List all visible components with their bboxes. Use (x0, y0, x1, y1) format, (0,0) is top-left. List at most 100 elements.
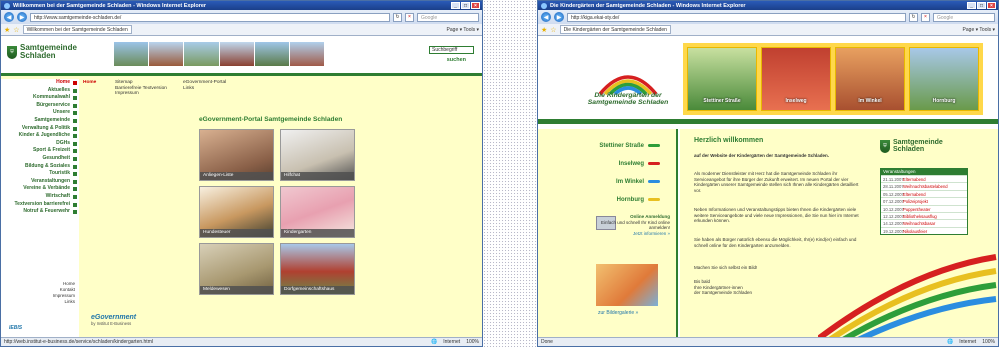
thumb-inselweg[interactable]: Inselweg (761, 47, 831, 111)
search-input[interactable]: Google (933, 12, 995, 22)
zoom-level[interactable]: 100% (982, 339, 995, 345)
sidebar-item[interactable]: Home (1, 79, 79, 87)
kita-link-stettiner[interactable]: Stettiner Straße (599, 143, 660, 149)
thumb-hornburg[interactable]: Hornburg (909, 47, 979, 111)
command-bar[interactable]: Page ▾ Tools ▾ (963, 27, 995, 33)
forward-icon[interactable]: ▶ (554, 12, 564, 22)
kita-link-hornburg[interactable]: Hornburg (617, 197, 660, 203)
tile-hilfchat[interactable]: Hilfchat (280, 129, 355, 181)
crumb-home[interactable]: Home (83, 80, 96, 85)
tab-bar: ★ ☆ Die Kindergärten der Samtgemeinde Sc… (538, 24, 998, 36)
site-logo[interactable]: ⛨ Samtgemeinde Schladen (7, 44, 77, 60)
site-search-button[interactable]: suchen (447, 57, 466, 63)
kita-link-inselweg[interactable]: Inselweg (619, 161, 660, 167)
favorites-star-icon[interactable]: ★ (4, 26, 10, 34)
thumb-label: Hornburg (932, 98, 956, 104)
site-logo-text[interactable]: Die Kindergärten der Samtgemeinde Schlad… (568, 92, 688, 106)
crumb-impressum[interactable]: Impressum (115, 91, 167, 97)
sidebar-item[interactable]: Samtgemeinde (1, 117, 79, 125)
address-bar[interactable]: http://kiga.ekai-sty.de/ (567, 12, 906, 22)
globe-icon: 🌐 (947, 339, 954, 345)
gallery-photo[interactable] (596, 264, 658, 306)
forward-icon[interactable]: ▶ (17, 12, 27, 22)
refresh-icon[interactable]: ↻ (393, 12, 402, 22)
event-row[interactable]: 19.12.2007Nikolausfeier (881, 226, 967, 234)
add-favorite-icon[interactable]: ☆ (550, 26, 556, 34)
status-text: Done (541, 339, 553, 345)
back-icon[interactable]: ◀ (4, 12, 14, 22)
address-bar[interactable]: http://www.samtgemeinde-schladen.de/ (30, 12, 390, 22)
favorites-star-icon[interactable]: ★ (541, 26, 547, 34)
tile-meldewesen[interactable]: Meldewesen (199, 243, 274, 295)
logo-line-2: Schladen (893, 146, 925, 153)
event-row[interactable]: 14.12.2007Weihnachtsbasar (881, 219, 967, 226)
sidebar-item[interactable]: Wirtschaft (1, 193, 79, 201)
samtgemeinde-logo[interactable]: ⛨ Samtgemeinde Schladen (880, 139, 943, 153)
event-row[interactable]: 07.12.2007Polizeiprojekt (881, 197, 967, 204)
sidebar-item[interactable]: Kommunalwahl (1, 94, 79, 102)
crest-icon: ⛨ (880, 139, 890, 153)
close-button[interactable]: × (987, 2, 996, 9)
event-row[interactable]: 10.12.2007Puppentheater (881, 204, 967, 212)
event-row[interactable]: 12.12.2007Bibliotheksausflug (881, 211, 967, 219)
tile-caption: Dorfgemeinschaftshaus (281, 286, 354, 294)
event-row[interactable]: 21.11.2007Elternabend (881, 175, 967, 182)
sidebar-item[interactable]: Gesundheit (1, 155, 79, 163)
tile-dorfgemeinschaftshaus[interactable]: Dorfgemeinschaftshaus (280, 243, 355, 295)
stop-icon[interactable]: × (921, 12, 930, 22)
minimize-button[interactable]: _ (451, 2, 460, 9)
footer-link[interactable]: Links (53, 299, 75, 305)
thumb-imwinkel[interactable]: Im Winkel (835, 47, 905, 111)
sidebar-item[interactable]: Touristik (1, 170, 79, 178)
sidebar-item[interactable]: Veranstaltungen (1, 178, 79, 186)
kita-link-imwinkel[interactable]: Im Winkel (616, 179, 660, 185)
stop-icon[interactable]: × (405, 12, 414, 22)
sidebar-item[interactable]: Notruf & Feuerwehr (1, 208, 79, 216)
tile-anliegen[interactable]: Anliegen-Liste (199, 129, 274, 181)
site-search-input[interactable]: Suchbegriff (429, 46, 474, 54)
sidebar-item[interactable]: Sport & Freizeit (1, 147, 79, 155)
window-title: Die Kindergärten der Samtgemeinde Schlad… (550, 2, 746, 9)
sidebar-item[interactable]: Bürgerservice (1, 102, 79, 110)
close-button[interactable]: × (471, 2, 480, 9)
minimize-button[interactable]: _ (967, 2, 976, 9)
header-banner-photos (114, 42, 325, 66)
sidebar-item[interactable]: Aktuelles (1, 87, 79, 95)
maximize-button[interactable]: □ (461, 2, 470, 9)
tab-active[interactable]: Die Kindergärten der Samtgemeinde Schlad… (559, 25, 671, 34)
swoosh-icon (648, 161, 660, 165)
maximize-button[interactable]: □ (977, 2, 986, 9)
thumb-label: Stettiner Straße (703, 98, 741, 104)
tile-hundesteuer[interactable]: Hundesteuer (199, 186, 274, 238)
command-bar[interactable]: Page ▾ Tools ▾ (447, 27, 479, 33)
sidebar-item[interactable]: DGHs (1, 140, 79, 148)
zoom-level[interactable]: 100% (466, 339, 479, 345)
back-icon[interactable]: ◀ (541, 12, 551, 22)
sidebar-item[interactable]: Textversion barrierefrei (1, 201, 79, 209)
sidebar-item[interactable]: Bildung & Soziales (1, 163, 79, 171)
add-favorite-icon[interactable]: ☆ (13, 26, 19, 34)
event-row[interactable]: 28.11.2007Weihnachtsbastelabend (881, 182, 967, 189)
thumb-stettiner[interactable]: Stettiner Straße (687, 47, 757, 111)
event-name: Polizeiprojekt (903, 199, 928, 205)
tile-kindergarten[interactable]: Kindergarten (280, 186, 355, 238)
gallery-link[interactable]: zur Bildergalerie » (598, 310, 638, 316)
tab-active[interactable]: Willkommen bei der Samtgemeinde Schladen (22, 25, 132, 34)
page-content: Die Kindergärten der Samtgemeinde Schlad… (538, 36, 998, 337)
event-date: 19.12.2007 (883, 228, 904, 234)
crumb-links[interactable]: Links (183, 86, 226, 92)
search-input[interactable]: Google (417, 12, 479, 22)
sidebar-item[interactable]: Kinder & Jugendliche (1, 132, 79, 140)
crumb-egov[interactable]: eGovernment-Portal (183, 80, 226, 86)
sidebar-item[interactable]: Vereine & Verbände (1, 185, 79, 193)
event-date: 14.12.2007 (883, 221, 904, 227)
online-more-link[interactable]: Jetzt informieren » (633, 231, 670, 236)
event-row[interactable]: 05.12.2007Elternabend (881, 189, 967, 197)
refresh-icon[interactable]: ↻ (909, 12, 918, 22)
sidebar-item[interactable]: Verwaltung & Politik (1, 125, 79, 133)
sidebar-item[interactable]: Unsere (1, 109, 79, 117)
logo-line-2: Samtgemeinde Schladen (587, 99, 669, 106)
status-url: http://web.institut-e-business.de/servic… (4, 339, 153, 345)
browser-window-kindergarten: Die Kindergärten der Samtgemeinde Schlad… (537, 0, 999, 347)
status-bar: Done 🌐 Internet 100% (538, 337, 998, 346)
